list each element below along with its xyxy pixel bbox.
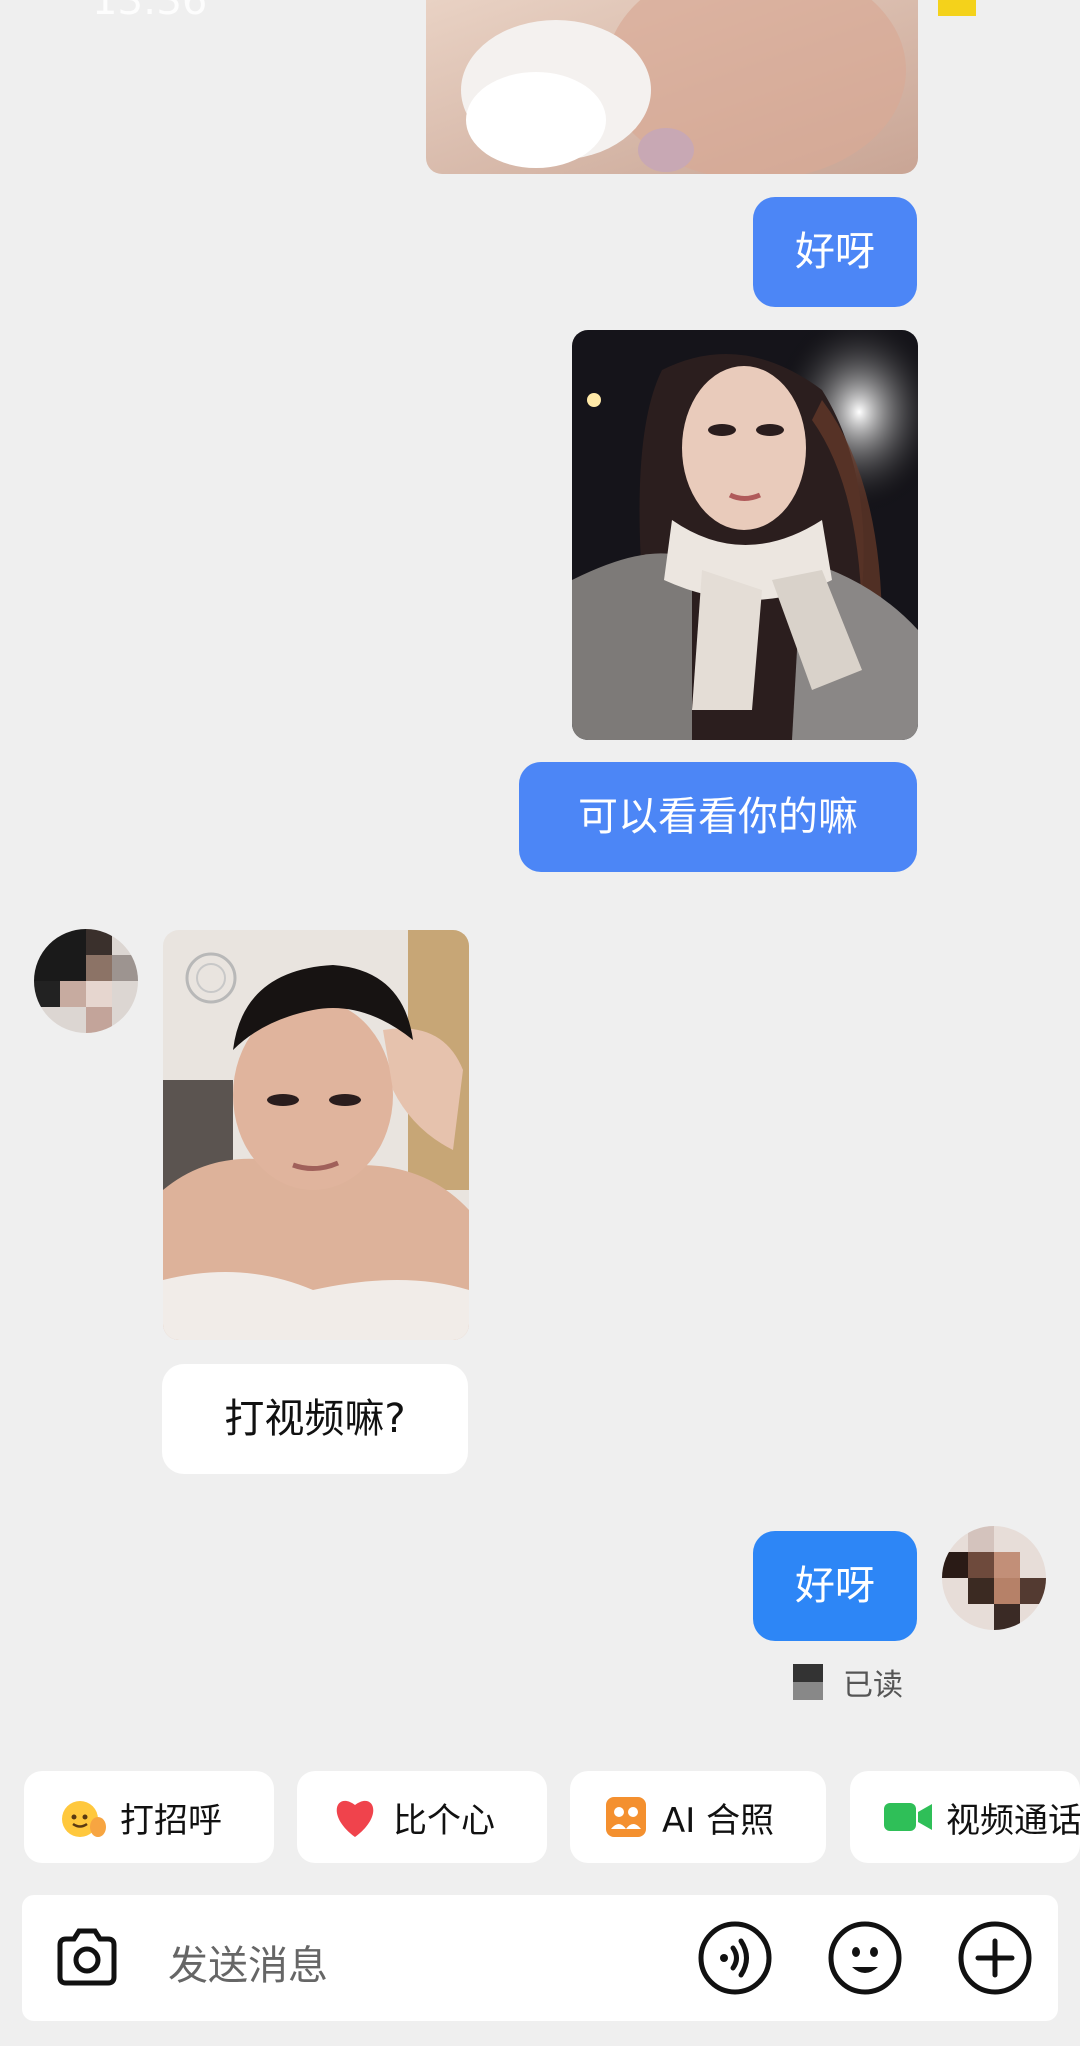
message-bubble-out[interactable]: 可以看看你的嘛 [519, 762, 917, 872]
message-bubble-out[interactable]: 好呀 [753, 197, 917, 307]
read-receipt: 已读 [793, 1660, 903, 1704]
plus-icon[interactable] [956, 1919, 1034, 1997]
image-message-man-selfie[interactable] [163, 930, 469, 1340]
ai-photo-icon [606, 1797, 646, 1837]
quick-action-heart-label: 比个心 [393, 1800, 495, 1841]
quick-action-video-call[interactable]: 视频通话 [850, 1771, 1080, 1863]
message-bubble-out[interactable]: 好呀 [753, 1531, 917, 1641]
read-receipt-avatar [793, 1664, 823, 1700]
quick-action-ai-photo[interactable]: AI 合照 [570, 1771, 826, 1863]
heart-icon [336, 1800, 374, 1837]
quick-action-heart[interactable]: 比个心 [297, 1771, 547, 1863]
read-receipt-label: 已读 [843, 1668, 903, 1703]
contact-avatar[interactable] [34, 929, 138, 1033]
emoji-icon[interactable] [826, 1919, 904, 1997]
quick-action-video-call-label: 视频通话 [946, 1800, 1080, 1841]
image-message-woman-selfie[interactable] [572, 330, 918, 740]
battery-icon [938, 0, 976, 16]
quick-action-ai-photo-label: AI 合照 [662, 1800, 775, 1841]
message-input-bar: 发送消息 [22, 1895, 1058, 2021]
my-avatar[interactable] [942, 1526, 1046, 1630]
waving-face-icon [62, 1801, 106, 1837]
video-camera-icon [884, 1803, 932, 1831]
voice-icon[interactable] [696, 1919, 774, 1997]
image-message-plush[interactable] [426, 0, 918, 174]
status-time: 13:36 [92, 0, 208, 24]
quick-action-greet-label: 打招呼 [120, 1800, 222, 1841]
message-bubble-in[interactable]: 打视频嘛? [162, 1364, 468, 1474]
message-input[interactable]: 发送消息 [168, 1933, 328, 1991]
quick-action-greet[interactable]: 打招呼 [24, 1771, 274, 1863]
camera-icon[interactable] [48, 1919, 126, 1997]
